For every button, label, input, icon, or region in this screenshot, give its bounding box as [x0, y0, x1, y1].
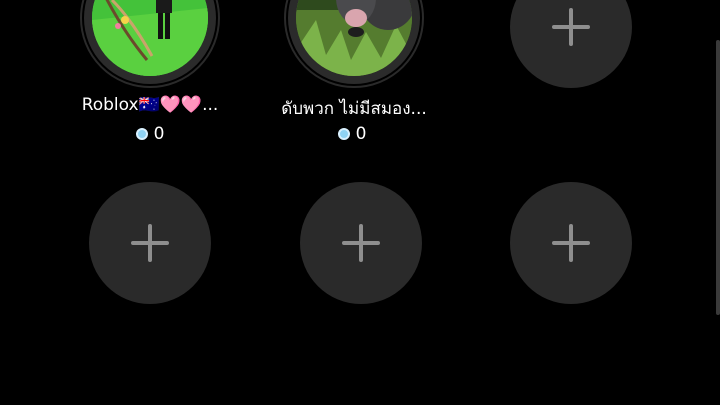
seat-2-coin-count: 0 [355, 124, 367, 144]
empty-seat-5[interactable] [300, 182, 422, 304]
empty-seat-6[interactable] [510, 182, 632, 304]
coin-icon [135, 128, 148, 140]
plus-icon [552, 224, 590, 262]
plus-icon [342, 224, 380, 262]
plus-icon [552, 8, 590, 46]
empty-seat-3[interactable] [510, 0, 632, 88]
empty-seat-4[interactable] [89, 182, 211, 304]
seat-2-name: ดับพวก ไม่มีสมอง... [281, 99, 427, 119]
edge-panel-handle[interactable] [716, 40, 720, 315]
seat-2-coins: 0 [262, 124, 442, 144]
seat-2[interactable]: ดับพวก ไม่มีสมอง... 0 [272, 0, 452, 150]
coin-icon [337, 128, 350, 140]
seat-1-name: Roblox🇦🇺🩷🩷... [81, 95, 219, 115]
seat-1[interactable]: Roblox🇦🇺🩷🩷... 0 [60, 0, 240, 150]
seat-1-coin-count: 0 [153, 124, 165, 144]
plus-icon [131, 224, 169, 262]
seat-1-coins: 0 [60, 124, 240, 144]
